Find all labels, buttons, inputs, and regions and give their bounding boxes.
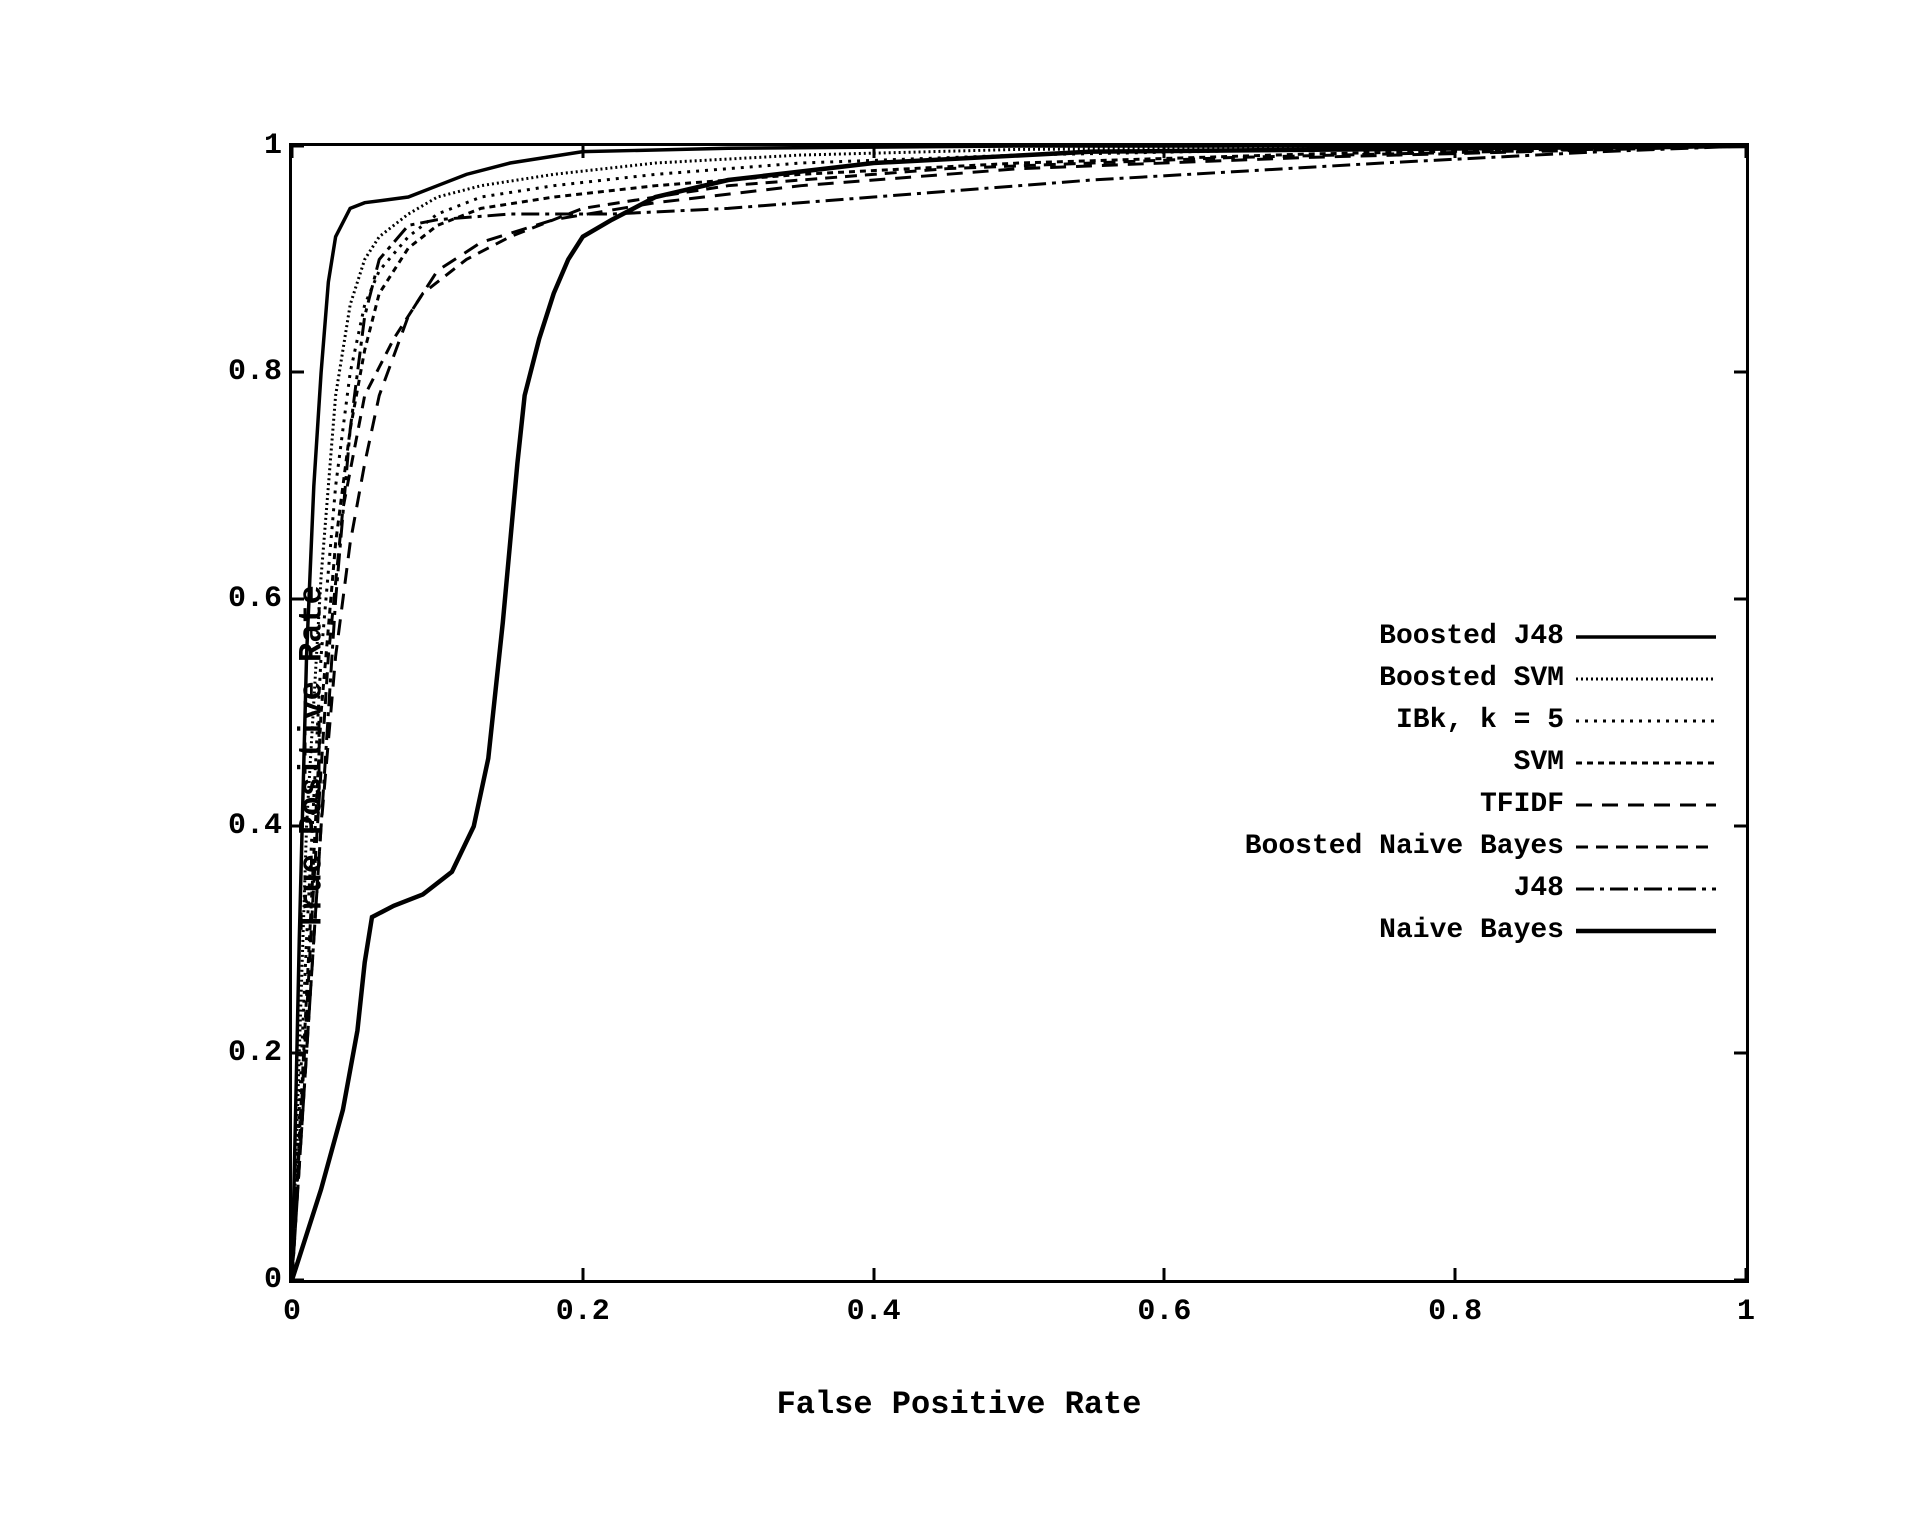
roc-chart: True Positive Rate False Positive Rate 0… xyxy=(109,83,1809,1433)
legend-item-nb: Naive Bayes xyxy=(1245,910,1716,952)
legend-item-j48: J48 xyxy=(1245,868,1716,910)
y-tick-2: 0.4 xyxy=(228,809,282,843)
y-tick-4: 0.8 xyxy=(228,355,282,389)
x-tick-1: 0.2 xyxy=(556,1295,610,1329)
legend: Boosted J48 Boosted SVM IBk, k = 5 SVM T… xyxy=(1245,616,1716,952)
legend-item-boosted-nb: Boosted Naive Bayes xyxy=(1245,826,1716,868)
x-tick-3: 0.6 xyxy=(1137,1295,1191,1329)
x-axis-label: False Positive Rate xyxy=(777,1386,1142,1423)
x-tick-4: 0.8 xyxy=(1428,1295,1482,1329)
legend-item-ibk: IBk, k = 5 xyxy=(1245,700,1716,742)
y-tick-0: 0 xyxy=(264,1263,282,1297)
legend-item-boosted-j48: Boosted J48 xyxy=(1245,616,1716,658)
x-tick-2: 0.4 xyxy=(847,1295,901,1329)
legend-item-tfidf: TFIDF xyxy=(1245,784,1716,826)
y-tick-1: 0.2 xyxy=(228,1036,282,1070)
y-tick-5: 1 xyxy=(264,129,282,163)
x-tick-0: 0 xyxy=(283,1295,301,1329)
plot-area: 0 0.2 0.4 0.6 0.8 1 0 0.2 0.4 0.6 0.8 1 … xyxy=(289,143,1749,1283)
legend-item-svm: SVM xyxy=(1245,742,1716,784)
x-tick-5: 1 xyxy=(1737,1295,1755,1329)
y-tick-3: 0.6 xyxy=(228,582,282,616)
legend-item-boosted-svm: Boosted SVM xyxy=(1245,658,1716,700)
